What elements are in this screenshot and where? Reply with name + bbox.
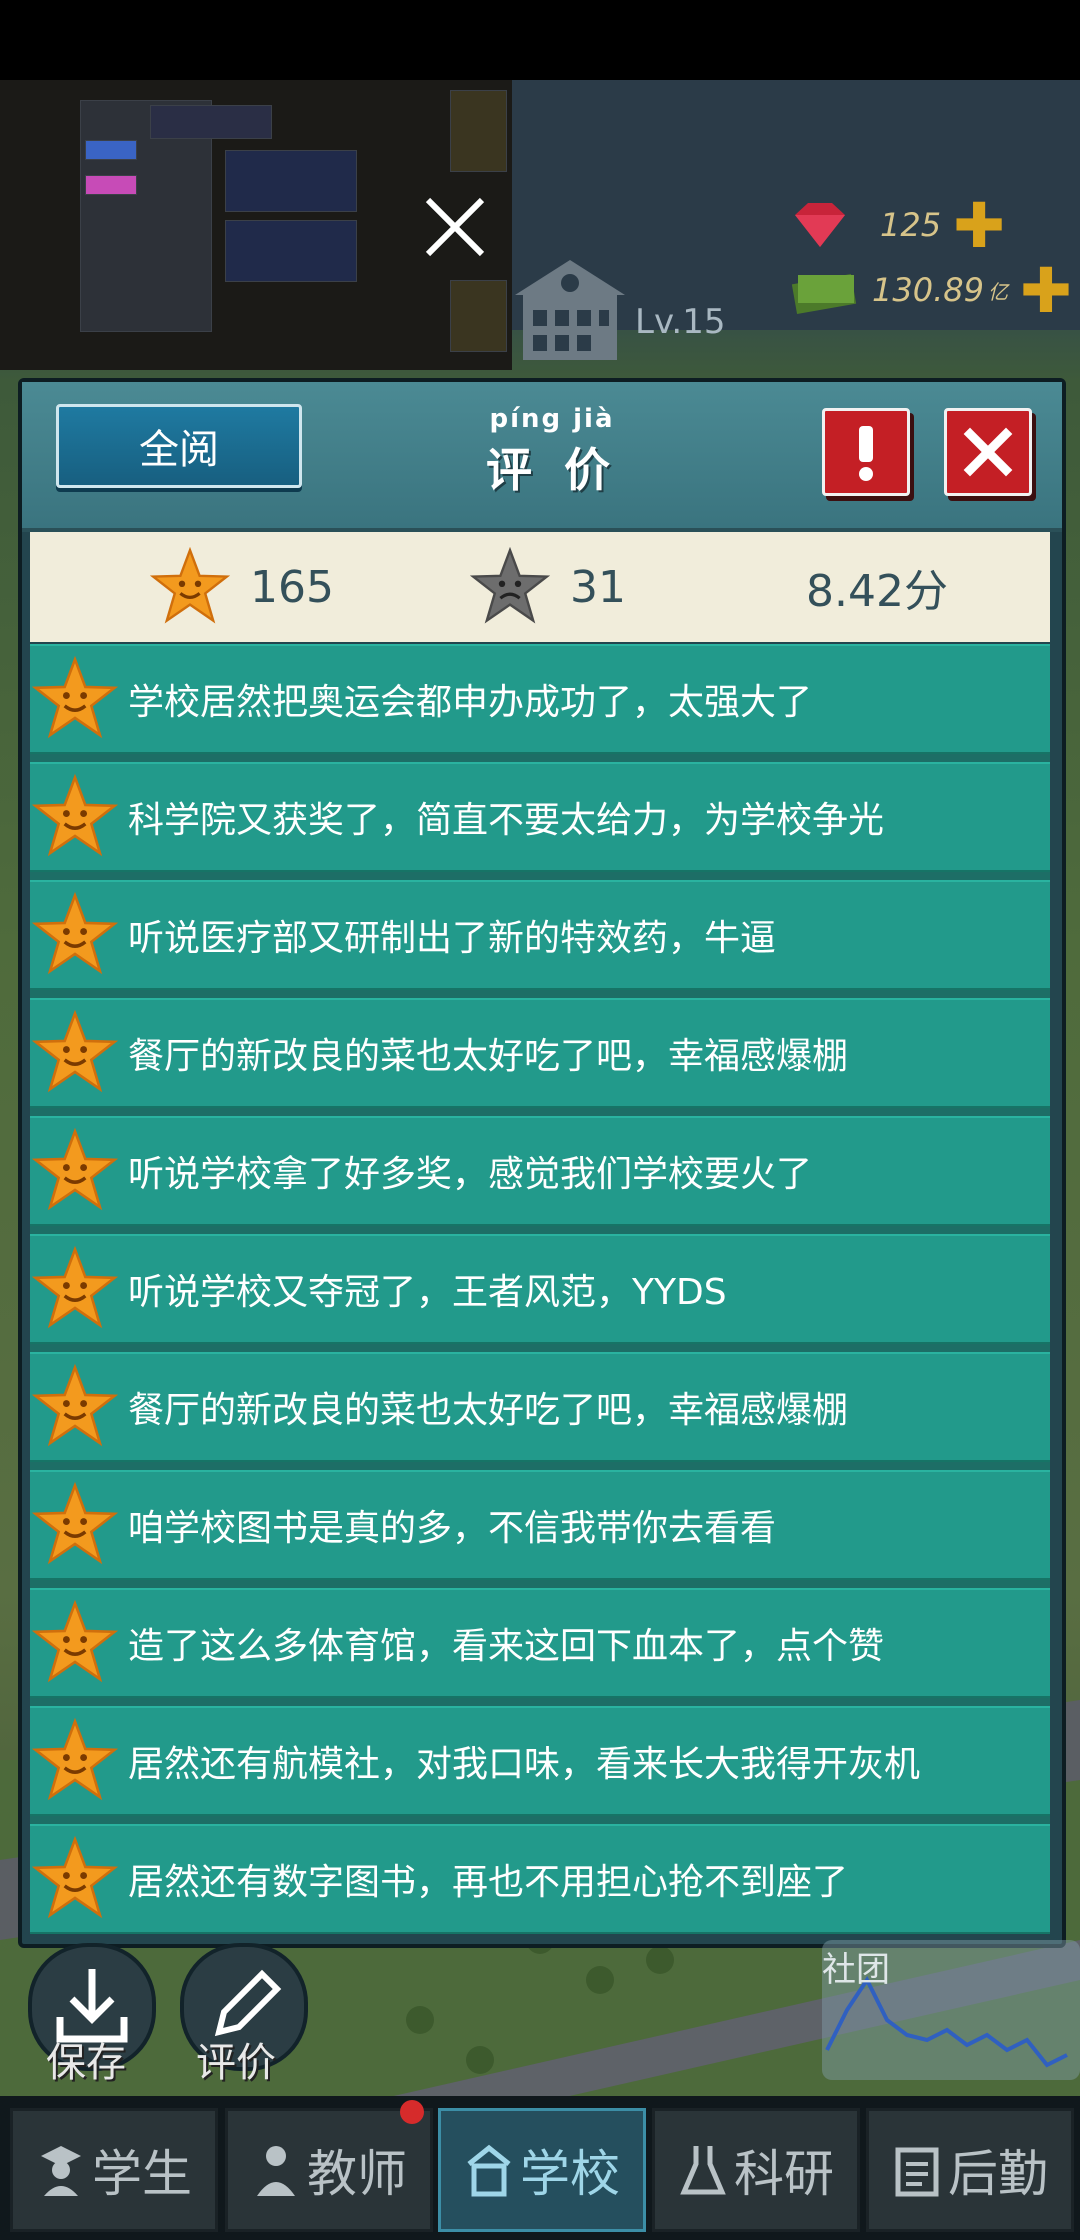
- overlay-slot: [85, 175, 137, 195]
- happy-star-icon: [32, 1836, 118, 1919]
- comment-text: 听说医疗部又研制出了新的特效药，牛逼: [128, 918, 777, 959]
- comment-row: 学校居然把奥运会都申办成功了，太强大了: [30, 644, 1050, 754]
- add-money-button[interactable]: ✚: [1020, 254, 1072, 327]
- happy-star-icon: [32, 1246, 118, 1329]
- save-label: 保存: [46, 2040, 126, 2086]
- overlay-weapon-slot: [225, 220, 357, 282]
- comment-row: 餐厅的新改良的菜也太好吃了吧，幸福感爆棚: [30, 998, 1050, 1108]
- read-all-button[interactable]: 全阅: [56, 404, 302, 488]
- report-button[interactable]: [822, 408, 910, 496]
- dialog-title-pinyin: píng jià: [489, 404, 615, 434]
- comment-text: 听说学校拿了好多奖，感觉我们学校要火了: [128, 1154, 813, 1195]
- comment-row: 居然还有数字图书，再也不用担心抢不到座了: [30, 1824, 1050, 1934]
- tab-school-label: 学校: [520, 2145, 620, 2203]
- club-label: 社团: [822, 1950, 890, 1990]
- overlay-weapon-slot: [225, 150, 357, 212]
- review-label: 评价: [196, 2040, 276, 2086]
- school-icon: [467, 2144, 511, 2197]
- happy-star-icon: [32, 1010, 118, 1093]
- comment-row: 餐厅的新改良的菜也太好吃了吧，幸福感爆棚: [30, 1352, 1050, 1462]
- tab-logistics-label: 后勤: [948, 2145, 1048, 2203]
- happy-star-icon: [32, 1364, 118, 1447]
- comment-text: 餐厅的新改良的菜也太好吃了吧，幸福感爆棚: [128, 1390, 849, 1431]
- happy-star-icon: [32, 892, 118, 975]
- overlay-item-slot: [450, 280, 507, 352]
- review-dialog: 全阅 píng jià 评 价 165 31 8.42分 学校居然把奥运会都申办…: [18, 378, 1066, 1948]
- happy-star-icon: [32, 1600, 118, 1683]
- school-building-icon: [515, 260, 625, 360]
- comment-row: 居然还有航模社，对我口味，看来长大我得开灰机: [30, 1706, 1050, 1816]
- tab-teachers[interactable]: 教师: [225, 2108, 433, 2232]
- negative-summary: 31: [470, 547, 626, 627]
- bottom-nav: 学生 教师 学校 科研 后勤: [0, 2096, 1080, 2240]
- tab-students[interactable]: 学生: [10, 2108, 218, 2232]
- happy-star-icon: [150, 547, 230, 624]
- money-icon: [791, 274, 857, 314]
- rating-score: 8.42分: [806, 566, 948, 617]
- comment-row: 造了这么多体育馆，看来这回下血本了，点个赞: [30, 1588, 1050, 1698]
- comment-text: 餐厅的新改良的菜也太好吃了吧，幸福感爆棚: [128, 1036, 849, 1077]
- comment-row: 听说学校拿了好多奖，感觉我们学校要火了: [30, 1116, 1050, 1226]
- happy-star-icon: [32, 1482, 118, 1565]
- money-unit: 亿: [987, 279, 1008, 304]
- comment-text: 科学院又获奖了，简直不要太给力，为学校争光: [128, 800, 885, 841]
- tab-research[interactable]: 科研: [652, 2108, 860, 2232]
- comment-row: 科学院又获奖了，简直不要太给力，为学校争光: [30, 762, 1050, 872]
- sad-star-icon: [470, 547, 550, 624]
- dialog-title-group: píng jià 评 价: [462, 404, 642, 500]
- notification-badge: [400, 2100, 424, 2124]
- student-icon: [41, 2146, 81, 2196]
- gem-resource: 125 ✚: [790, 189, 1005, 262]
- tab-teachers-label: 教师: [307, 2145, 407, 2203]
- video-close-icon[interactable]: [420, 192, 490, 262]
- close-button[interactable]: [944, 408, 1032, 496]
- comment-text: 听说学校又夺冠了，王者风范，YYDS: [128, 1272, 727, 1313]
- money-count: 130.89: [872, 271, 984, 309]
- status-bar: [0, 0, 1080, 80]
- dialog-header: 全阅 píng jià 评 价: [22, 382, 1062, 532]
- exclamation-icon: [859, 426, 873, 481]
- tab-research-label: 科研: [734, 2145, 834, 2203]
- overlay-slot: [85, 140, 137, 160]
- comment-row: 咱学校图书是真的多，不信我带你去看看: [30, 1470, 1050, 1580]
- tab-logistics[interactable]: 后勤: [866, 2108, 1074, 2232]
- comment-text: 造了这么多体育馆，看来这回下血本了，点个赞: [128, 1626, 885, 1667]
- gem-icon: [795, 203, 845, 247]
- positive-summary: 165: [150, 547, 334, 627]
- negative-count: 31: [570, 561, 626, 613]
- comment-text: 居然还有航模社，对我口味，看来长大我得开灰机: [128, 1744, 921, 1785]
- flask-icon: [680, 2146, 726, 2195]
- teacher-icon: [257, 2146, 295, 2196]
- happy-star-icon: [32, 656, 118, 739]
- overlay-weapon-slot: [150, 105, 272, 139]
- review-summary: 165 31 8.42分: [30, 532, 1050, 642]
- happy-star-icon: [32, 1718, 118, 1801]
- tab-students-label: 学生: [92, 2145, 192, 2203]
- money-resource: 130.89 亿 ✚: [790, 254, 1072, 327]
- add-gems-button[interactable]: ✚: [953, 189, 1005, 262]
- clipboard-icon: [895, 2147, 939, 2197]
- tab-school[interactable]: 学校: [438, 2108, 646, 2232]
- dialog-title: 评 价: [485, 443, 618, 497]
- overlay-item-slot: [450, 90, 507, 172]
- happy-star-icon: [32, 1128, 118, 1211]
- close-icon: [963, 427, 1013, 477]
- positive-count: 165: [250, 561, 334, 613]
- video-overlay: [0, 80, 512, 370]
- happy-star-icon: [32, 774, 118, 857]
- comment-text: 学校居然把奥运会都申办成功了，太强大了: [128, 682, 813, 723]
- gem-count: 125: [880, 206, 942, 244]
- school-level: Lv.15: [635, 302, 726, 342]
- comment-text: 咱学校图书是真的多，不信我带你去看看: [128, 1508, 777, 1549]
- comment-text: 居然还有数字图书，再也不用担心抢不到座了: [128, 1862, 849, 1903]
- comment-list[interactable]: 学校居然把奥运会都申办成功了，太强大了科学院又获奖了，简直不要太给力，为学校争光…: [30, 644, 1050, 1934]
- comment-row: 听说学校又夺冠了，王者风范，YYDS: [30, 1234, 1050, 1344]
- comment-row: 听说医疗部又研制出了新的特效药，牛逼: [30, 880, 1050, 990]
